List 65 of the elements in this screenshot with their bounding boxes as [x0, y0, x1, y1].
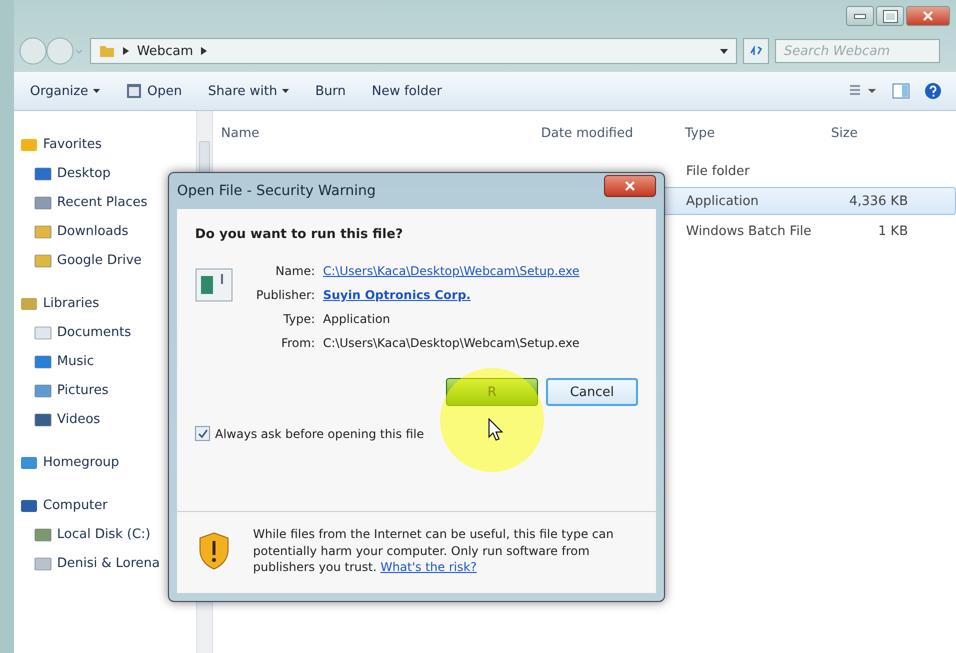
maximize-button[interactable] [876, 6, 904, 26]
address-bar[interactable]: Webcam [90, 38, 737, 64]
column-header[interactable]: Date modified [533, 126, 677, 140]
table-cell-text: 4,336 KB [848, 194, 909, 208]
column-header[interactable]: Name [213, 126, 533, 140]
field-link[interactable]: Suyin Optronics Corp. [323, 288, 471, 302]
table-cell-text: File folder [685, 164, 751, 178]
close-button[interactable] [604, 175, 656, 197]
chevron-icon[interactable] [123, 47, 129, 55]
field-label: Name: [274, 264, 315, 278]
column-header[interactable]: Type [677, 126, 823, 140]
application-icon [195, 268, 233, 302]
close-button[interactable] [906, 6, 950, 26]
checkbox[interactable] [195, 426, 210, 441]
shield-warning-icon [199, 532, 229, 570]
field-value: Application [323, 312, 390, 326]
sidebar-item[interactable]: Pictures [57, 383, 108, 398]
table-cell-text: Windows Batch File [685, 224, 812, 238]
sidebar-item[interactable]: Google Drive [57, 253, 142, 268]
sidebar-group[interactable]: Computer [43, 498, 108, 513]
breadcrumb[interactable]: Webcam [137, 44, 194, 58]
caret-icon[interactable] [720, 48, 728, 54]
toolbar-button[interactable]: Burn [309, 80, 352, 102]
mouse-pointer-icon [488, 418, 504, 442]
sidebar-group[interactable]: Homegroup [43, 455, 120, 470]
sidebar-item[interactable]: Documents [57, 325, 132, 340]
table-cell-text: Application [685, 194, 760, 208]
sidebar-group[interactable]: Favorites [43, 137, 102, 152]
sidebar-item[interactable]: Local Disk (C:) [57, 527, 150, 542]
minimize-button[interactable] [846, 6, 874, 26]
field-label: Type: [282, 312, 315, 326]
field-label: Publisher: [255, 288, 315, 302]
window-icon [126, 83, 142, 99]
risk-link[interactable]: What's the risk? [380, 560, 477, 574]
field-link[interactable]: C:\Users\Kaca\Desktop\Webcam\Setup.exe [323, 264, 580, 278]
sidebar-item[interactable]: Recent Places [57, 195, 148, 210]
warning-text: While files from the Internet can be useful, this file type can potentially harm your computer. Only run software from publishers you trust. What's the risk? [253, 526, 615, 575]
close-icon [624, 181, 636, 191]
checkbox-label[interactable]: Always ask before opening this file [215, 426, 424, 440]
table-cell-text: 1 KB [877, 224, 909, 238]
field-label: From: [280, 336, 315, 350]
cancel-button[interactable]: Cancel [546, 378, 638, 406]
toolbar-button[interactable]: Open [120, 79, 188, 103]
chevron-icon[interactable] [201, 47, 208, 55]
preview-pane-icon[interactable] [892, 83, 910, 99]
toolbar-button[interactable]: Share with [202, 80, 296, 102]
sidebar-item[interactable]: Denisi & Lorena [57, 556, 160, 571]
column-header[interactable]: Size [823, 126, 913, 140]
sidebar-item[interactable]: Music [57, 354, 94, 369]
field-value: C:\Users\Kaca\Desktop\Webcam\Setup.exe [323, 336, 580, 350]
caret-icon [93, 89, 100, 93]
refresh-icon [749, 45, 763, 57]
search-field[interactable]: Search Webcam [775, 39, 940, 63]
dialog-question: Do you want to run this file? [195, 227, 404, 242]
toolbar-button[interactable]: Organize [24, 80, 106, 102]
help-icon[interactable] [924, 82, 942, 100]
caret-icon [282, 89, 290, 93]
sidebar-item[interactable]: Desktop [57, 166, 111, 181]
close-icon [922, 11, 934, 21]
sidebar-item[interactable]: Videos [57, 412, 100, 427]
refresh-button[interactable] [743, 38, 769, 64]
toolbar-button[interactable]: New folder [366, 80, 448, 102]
sidebar-group[interactable]: Libraries [43, 296, 100, 311]
sidebar-item[interactable]: Downloads [57, 224, 128, 239]
dialog-title: Open File - Security Warning [177, 183, 376, 199]
